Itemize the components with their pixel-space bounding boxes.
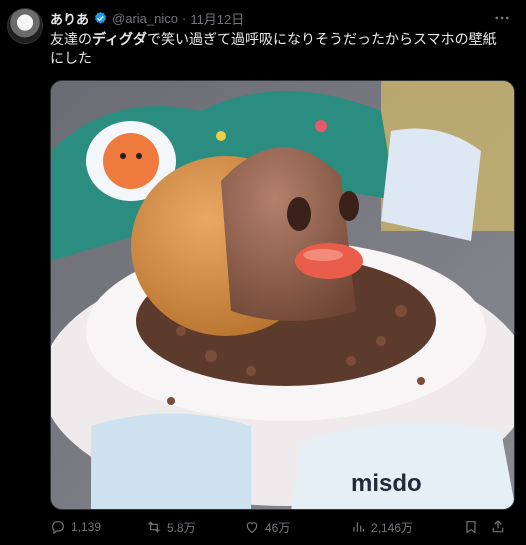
tweet-text-emphasis: ディグダ: [92, 31, 148, 47]
photo-caption: misdo: [351, 470, 422, 497]
avatar[interactable]: [7, 8, 43, 44]
reply-count: 1,139: [71, 520, 102, 534]
tweet: ありあ @aria_nico · 11月12日 友達のディグダで笑い過ぎて過呼吸…: [0, 0, 526, 545]
tweet-photo[interactable]: misdo: [50, 80, 515, 510]
views-count: 2,146万: [371, 520, 414, 535]
verified-badge-icon: [93, 11, 108, 26]
like-icon: [246, 522, 258, 534]
reply-icon: [52, 521, 64, 535]
share-icon: [492, 520, 504, 533]
photo-illustration: misdo: [51, 81, 514, 509]
share-button[interactable]: [490, 516, 506, 538]
separator: ·: [181, 10, 187, 26]
like-count: 46万: [265, 520, 291, 535]
views-button[interactable]: 2,146万: [350, 516, 413, 538]
repost-button[interactable]: 5.8万: [146, 516, 196, 538]
tweet-text: 友達のディグダで笑い過ぎて過呼吸になりそうだったからスマホの壁紙にした: [50, 30, 510, 68]
like-button[interactable]: 46万: [244, 516, 290, 538]
timestamp[interactable]: 11月12日: [190, 9, 244, 28]
tweet-text-part: 友達の: [50, 31, 92, 47]
tweet-header: ありあ @aria_nico · 11月12日: [50, 8, 244, 28]
reply-button[interactable]: 1,139: [50, 516, 101, 538]
handle[interactable]: @aria_nico: [112, 11, 178, 26]
repost-icon: [148, 521, 160, 533]
bookmark-icon: [466, 521, 476, 534]
repost-count: 5.8万: [167, 520, 196, 535]
display-name[interactable]: ありあ: [50, 9, 89, 28]
more-icon[interactable]: [490, 8, 514, 28]
views-icon: [353, 522, 364, 532]
action-bar: 1,139 5.8万 46万 2,146万: [50, 516, 515, 538]
bookmark-button[interactable]: [463, 516, 479, 538]
